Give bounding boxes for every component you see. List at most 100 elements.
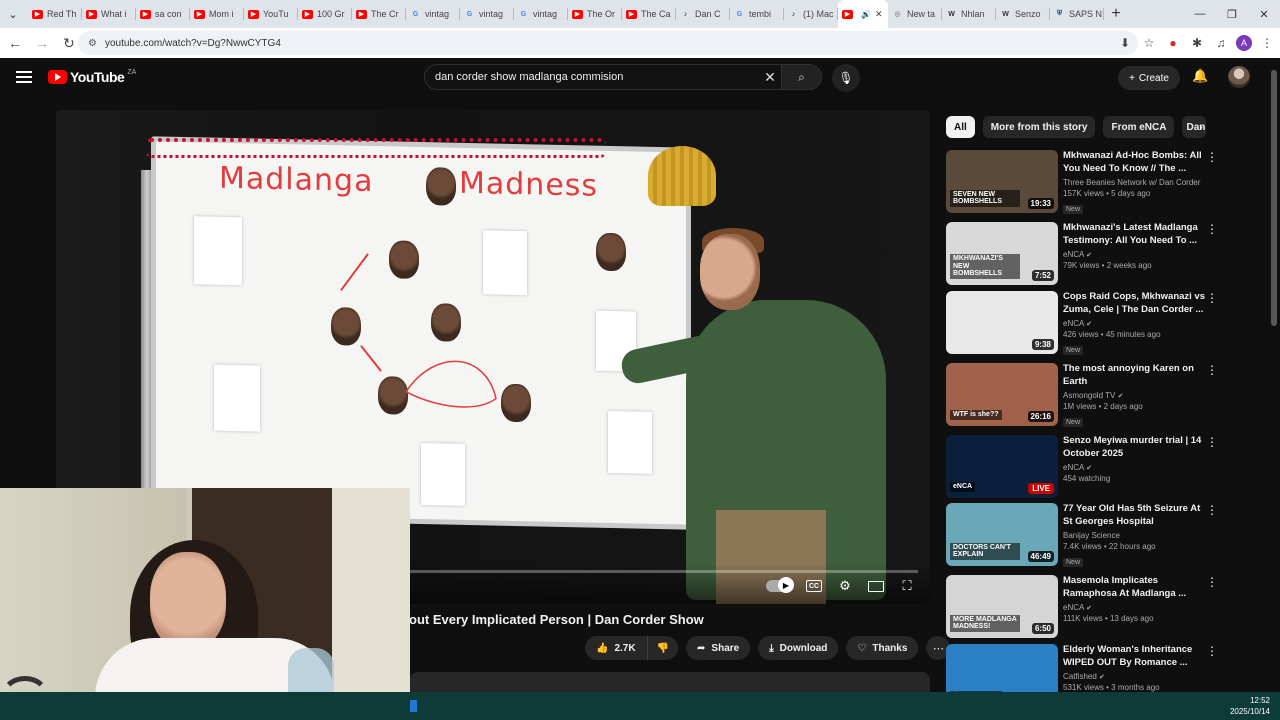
minimize-icon[interactable]: — <box>1184 0 1216 28</box>
recommended-video[interactable]: SEVEN NEW BOMBSHELLS 19:33 Mkhwanazi Ad-Ho… <box>946 150 1222 214</box>
video-options-icon[interactable]: ⋮ <box>1206 222 1218 236</box>
bookmark-star-icon[interactable]: ☆ <box>1140 31 1158 55</box>
recommended-title[interactable]: Cops Raid Cops, Mkhwanazi vs Zuma, Cele … <box>1063 291 1209 317</box>
video-options-icon[interactable]: ⋮ <box>1206 503 1218 517</box>
theater-mode-icon[interactable] <box>868 580 884 592</box>
browser-tab[interactable]: W Senzo <box>996 0 1050 28</box>
recommended-video[interactable]: eNCA LIVE Senzo Meyiwa murder trial | 14 O… <box>946 435 1222 499</box>
channel-name-row[interactable]: Three Beanies Network w/ Dan Corder <box>1063 178 1209 187</box>
dislike-button[interactable]: 👎 <box>647 636 679 660</box>
video-options-icon[interactable]: ⋮ <box>1206 435 1218 449</box>
video-thumbnail[interactable]: WTF is she?? 26:16 <box>946 363 1058 426</box>
close-window-icon[interactable]: ✕ <box>1248 0 1280 28</box>
address-bar[interactable]: ⚙ youtube.com/watch?v=Dg?NwwCYTG4 <box>78 31 1138 55</box>
install-app-icon[interactable]: ⬇ <box>1116 31 1134 55</box>
autoplay-toggle[interactable] <box>766 577 794 593</box>
description-box[interactable] <box>410 672 930 694</box>
recommended-title[interactable]: Mkhwanazi Ad-Hoc Bombs: All You Need To … <box>1063 150 1209 176</box>
clear-search-icon[interactable]: ✕ <box>759 69 781 86</box>
browser-menu-icon[interactable]: ⋮ <box>1258 31 1276 55</box>
browser-tab[interactable]: ▶ The Cr <box>352 0 406 28</box>
browser-tab[interactable]: ▶ What i <box>82 0 136 28</box>
taskbar-clock[interactable]: 12:52 2025/10/14 <box>1230 695 1270 717</box>
download-button[interactable]: ⤓ Download <box>758 636 839 660</box>
channel-name-row[interactable]: eNCA ✔ <box>1063 250 1209 259</box>
media-control-icon[interactable]: ♫ <box>1212 31 1230 55</box>
browser-tab[interactable]: ▶ The Or <box>568 0 622 28</box>
browser-tab[interactable]: W Nhlan <box>942 0 996 28</box>
site-info-icon[interactable]: ⚙ <box>88 38 97 49</box>
video-thumbnail[interactable]: 9:38 <box>946 291 1058 354</box>
new-tab-button[interactable]: + <box>1104 0 1128 28</box>
channel-name-row[interactable]: eNCA ✔ <box>1063 463 1209 472</box>
recommended-video[interactable]: MORE MADLANGA MADNESS! 6:50 Masemola Impli… <box>946 575 1222 639</box>
guide-menu-icon[interactable] <box>14 68 34 86</box>
browser-tab[interactable]: ▶ 🔊 ✕ <box>838 0 888 28</box>
browser-tab[interactable]: ▶ YouTu <box>244 0 298 28</box>
browser-tab[interactable]: ▶ The Ca <box>622 0 676 28</box>
channel-name-row[interactable]: Catfished ✔ <box>1063 672 1209 681</box>
page-scrollbar[interactable] <box>1270 62 1278 692</box>
scrollbar-thumb[interactable] <box>1271 70 1277 326</box>
thanks-button[interactable]: ♡ Thanks <box>846 636 919 660</box>
tab-audio-icon[interactable]: 🔊 <box>861 10 871 19</box>
browser-tab[interactable]: ♪ (1) Mac <box>784 0 838 28</box>
extensions-puzzle-icon[interactable]: ✱ <box>1188 31 1206 55</box>
settings-gear-icon[interactable]: ⚙ <box>836 578 854 594</box>
browser-tab[interactable]: Gtembi <box>730 0 784 28</box>
browser-tab[interactable]: ▶ Red Th <box>28 0 82 28</box>
browser-tab[interactable]: ▶ 100 Gr <box>298 0 352 28</box>
search-input[interactable]: dan corder show madlanga commision <box>425 71 759 83</box>
voice-search-icon[interactable]: 🎙 <box>832 64 860 92</box>
recommended-video[interactable]: DOCTORS CAN'T EXPLAIN 46:49 77 Year Old Ha… <box>946 503 1222 567</box>
recommended-title[interactable]: Elderly Woman's Inheritance WIPED OUT By… <box>1063 644 1209 670</box>
video-thumbnail[interactable]: MORE MADLANGA MADNESS! 6:50 <box>946 575 1058 638</box>
extension-icon[interactable]: ● <box>1164 31 1182 55</box>
video-options-icon[interactable]: ⋮ <box>1206 363 1218 377</box>
browser-tab[interactable]: ◎ New ta <box>888 0 942 28</box>
like-button[interactable]: 👍 2.7K <box>585 636 648 660</box>
search-button[interactable]: ⌕ <box>781 65 821 89</box>
recommended-title[interactable]: Senzo Meyiwa murder trial | 14 October 2… <box>1063 435 1209 461</box>
chips-next-arrow-icon[interactable]: › <box>1190 116 1212 138</box>
video-options-icon[interactable]: ⋮ <box>1206 575 1218 589</box>
recommended-title[interactable]: 77 Year Old Has 5th Seizure At St George… <box>1063 503 1209 529</box>
back-icon[interactable]: ← <box>3 31 27 55</box>
taskbar-app-icon[interactable] <box>410 700 417 712</box>
share-button[interactable]: ➦ Share <box>686 636 751 660</box>
forward-icon[interactable]: → <box>30 31 54 55</box>
channel-name-row[interactable]: Banijay Science <box>1063 531 1209 540</box>
youtube-logo[interactable]: YouTube ZA <box>48 69 136 85</box>
filter-chip[interactable]: From eNCA <box>1103 116 1175 138</box>
channel-name-row[interactable]: eNCA ✔ <box>1063 603 1209 612</box>
channel-name-row[interactable]: Asmongold TV ✔ <box>1063 391 1209 400</box>
user-avatar[interactable] <box>1228 66 1250 88</box>
recommended-video[interactable]: WTF is she?? 26:16 The most annoying Karen… <box>946 363 1222 427</box>
filter-chip[interactable]: All <box>946 116 975 138</box>
browser-tab[interactable]: ♪ Dan C <box>676 0 730 28</box>
video-thumbnail[interactable]: DOCTORS CAN'T EXPLAIN 46:49 <box>946 503 1058 566</box>
video-thumbnail[interactable]: SEVEN NEW BOMBSHELLS 19:33 <box>946 150 1058 213</box>
close-tab-icon[interactable]: ✕ <box>875 9 883 20</box>
notifications-bell-icon[interactable]: 🔔 <box>1192 68 1208 84</box>
tab-search-icon[interactable]: ⌄ <box>6 8 20 22</box>
restore-icon[interactable]: ❐ <box>1216 0 1248 28</box>
recommended-video[interactable]: MKHWANAZI'S NEW BOMBSHELLS 7:52 Mkhwanazi'… <box>946 222 1222 286</box>
video-options-icon[interactable]: ⋮ <box>1206 644 1218 658</box>
browser-tab[interactable]: Gvintag <box>514 0 568 28</box>
browser-tab[interactable]: Gvintag <box>406 0 460 28</box>
video-thumbnail[interactable]: eNCA LIVE <box>946 435 1058 498</box>
fullscreen-icon[interactable]: ⛶ <box>898 578 916 594</box>
video-options-icon[interactable]: ⋮ <box>1206 150 1218 164</box>
recommended-title[interactable]: The most annoying Karen on Earth <box>1063 363 1209 389</box>
recommended-video[interactable]: 9:38 Cops Raid Cops, Mkhwanazi vs Zuma, C… <box>946 291 1222 355</box>
video-options-icon[interactable]: ⋮ <box>1206 291 1218 305</box>
browser-tab[interactable]: ▶ Mom i <box>190 0 244 28</box>
profile-avatar[interactable]: A <box>1236 35 1252 51</box>
create-button[interactable]: + Create <box>1118 66 1180 90</box>
browser-tab[interactable]: ▶ sa con <box>136 0 190 28</box>
recommended-title[interactable]: Mkhwanazi's Latest Madlanga Testimony: A… <box>1063 222 1209 248</box>
browser-tab[interactable]: ⛨ SAPS N <box>1050 0 1104 28</box>
video-thumbnail[interactable]: MKHWANAZI'S NEW BOMBSHELLS 7:52 <box>946 222 1058 285</box>
browser-tab[interactable]: Gvintag <box>460 0 514 28</box>
